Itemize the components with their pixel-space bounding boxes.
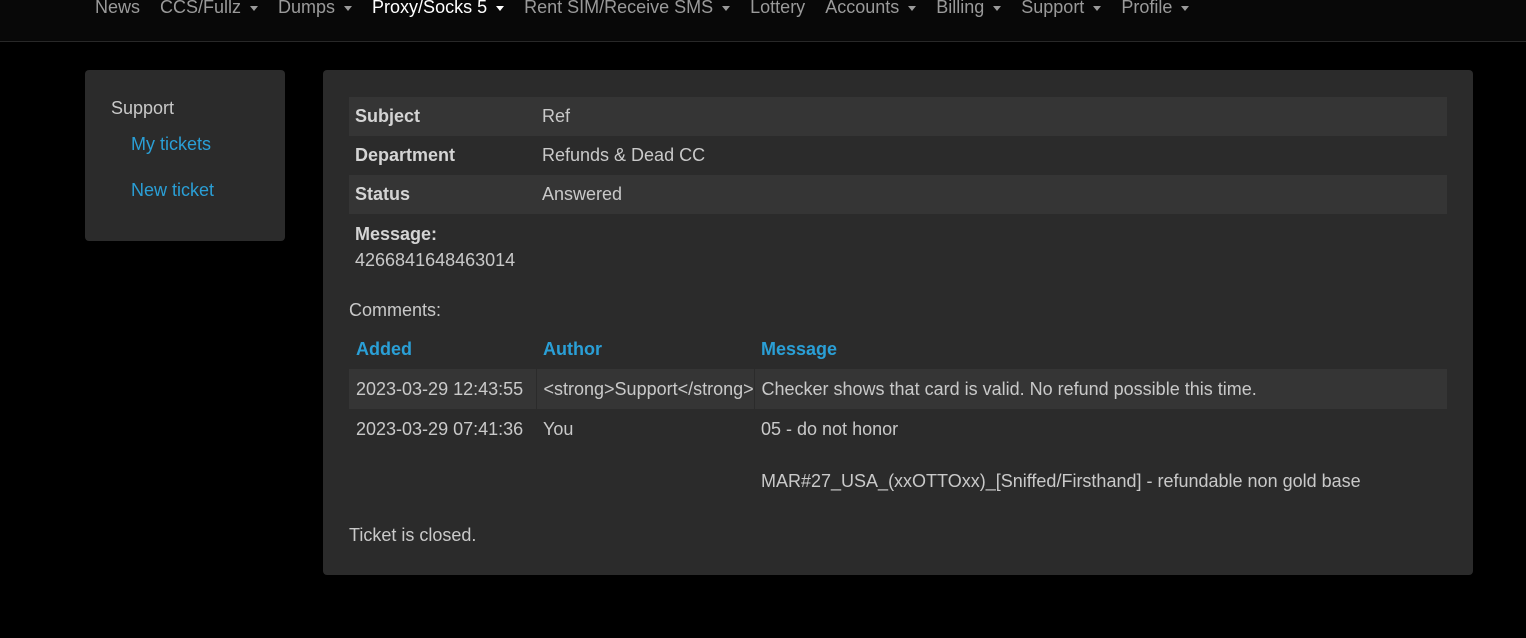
- nav-support[interactable]: Support: [1021, 0, 1102, 18]
- comment-added: 2023-03-29 12:43:55: [349, 369, 536, 409]
- status-value: Answered: [536, 175, 1447, 214]
- department-row: Department Refunds & Dead CC: [349, 136, 1447, 175]
- author-column-header[interactable]: Author: [536, 330, 754, 369]
- message-value: 4266841648463014: [355, 250, 516, 270]
- comment-author: <strong>Support</strong>: [535, 369, 754, 409]
- nav-news[interactable]: News: [95, 0, 140, 18]
- ticket-info-table: Subject Ref Department Refunds & Dead CC…: [349, 97, 1447, 214]
- nav-rent-sim[interactable]: Rent SIM/Receive SMS: [524, 0, 731, 18]
- comment-message-line: MAR#27_USA_(xxOTTOxx)_[Sniffed/Firsthand…: [761, 471, 1361, 491]
- nav-label: Accounts: [825, 0, 900, 17]
- added-column-header[interactable]: Added: [349, 330, 536, 369]
- caret-down-icon: [344, 6, 353, 11]
- sidebar-heading: Support: [111, 98, 175, 118]
- caret-down-icon: [722, 6, 731, 11]
- nav-billing[interactable]: Billing: [936, 0, 1002, 18]
- nav-label: CCS/Fullz: [160, 0, 242, 17]
- comments-label: Comments:: [349, 300, 442, 320]
- nav-label: Billing: [936, 0, 985, 17]
- nav-lottery[interactable]: Lottery: [750, 0, 805, 18]
- comment-added: 2023-03-29 07:41:36: [356, 419, 524, 439]
- caret-down-icon: [908, 6, 917, 11]
- nav-ccs-fullz[interactable]: CCS/Fullz: [160, 0, 259, 18]
- status-row: Status Answered: [349, 175, 1447, 214]
- comments-header-row: Added Author Message: [349, 330, 1447, 369]
- status-label: Status: [349, 175, 536, 214]
- subject-value: Ref: [536, 97, 1447, 136]
- nav-label: Rent SIM/Receive SMS: [524, 0, 714, 17]
- subject-label: Subject: [349, 97, 536, 136]
- caret-down-icon: [250, 6, 259, 11]
- comment-message: Checker shows that card is valid. No ref…: [753, 369, 1447, 409]
- comment-message: 05 - do not honor MAR#27_USA_(xxOTTOxx)_…: [754, 409, 1447, 501]
- nav-accounts[interactable]: Accounts: [825, 0, 917, 18]
- nav-proxy-socks[interactable]: Proxy/Socks 5: [372, 0, 505, 18]
- comment-message-line: 05 - do not honor: [761, 419, 899, 439]
- message-label: Message:: [355, 224, 438, 244]
- top-navbar: News CCS/Fullz Dumps Proxy/Socks 5 Rent …: [0, 0, 1526, 42]
- nav-menu: News CCS/Fullz Dumps Proxy/Socks 5 Rent …: [95, 0, 1209, 18]
- caret-down-icon: [993, 6, 1002, 11]
- caret-down-icon: [1093, 6, 1102, 11]
- comment-message-line: Checker shows that card is valid. No ref…: [761, 379, 1257, 399]
- comment-row: 2023-03-29 12:43:55 <strong>Support</str…: [349, 369, 1447, 409]
- department-label: Department: [355, 145, 456, 165]
- ticket-panel: Subject Ref Department Refunds & Dead CC…: [323, 70, 1473, 575]
- nav-profile[interactable]: Profile: [1121, 0, 1190, 18]
- caret-down-icon: [1181, 6, 1190, 11]
- comment-row: 2023-03-29 07:41:36 You 05 - do not hono…: [349, 409, 1447, 501]
- nav-label: Profile: [1121, 0, 1173, 17]
- department-value: Refunds & Dead CC: [542, 145, 706, 165]
- ticket-closed-note: Ticket is closed.: [349, 525, 477, 545]
- nav-label: Lottery: [750, 0, 806, 17]
- support-sidebar: Support My tickets New ticket: [85, 70, 285, 241]
- nav-label: News: [95, 0, 141, 17]
- message-column-header[interactable]: Message: [754, 330, 1447, 369]
- nav-label: Support: [1021, 0, 1085, 17]
- subject-row: Subject Ref: [349, 97, 1447, 136]
- caret-down-icon: [496, 6, 505, 11]
- nav-label: Dumps: [278, 0, 336, 17]
- nav-dumps[interactable]: Dumps: [278, 0, 353, 18]
- comments-table: Added Author Message 2023-03-29 12:43:55…: [349, 330, 1447, 501]
- nav-label: Proxy/Socks 5: [372, 0, 488, 17]
- my-tickets-link[interactable]: My tickets: [131, 134, 211, 155]
- new-ticket-link[interactable]: New ticket: [131, 180, 214, 201]
- comment-author: You: [543, 419, 574, 439]
